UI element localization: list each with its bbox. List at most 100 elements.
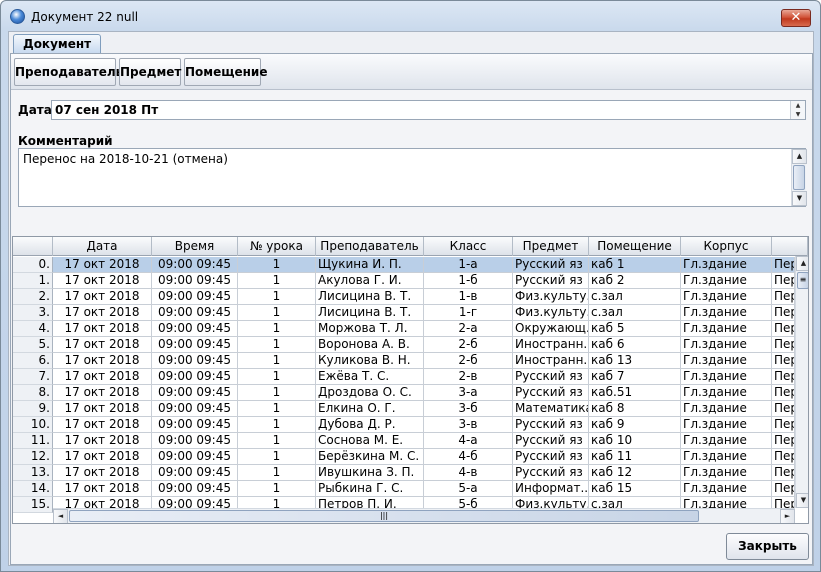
column-header[interactable]: Корпус [681,237,772,256]
table-cell[interactable]: Щукина И. П. [316,257,424,273]
table-cell[interactable]: Русский яз [513,385,589,401]
row-number[interactable]: 14. [13,481,53,497]
table-cell[interactable]: Пер [772,321,795,337]
table-cell[interactable]: Математика [513,401,589,417]
table-cell[interactable]: 5-а [424,481,513,497]
table-cell[interactable]: Гл.здание [681,465,772,481]
table-cell[interactable]: Ежёва Т. С. [316,369,424,385]
table-cell[interactable]: 1 [238,369,316,385]
table-cell[interactable]: 17 окт 2018 [53,305,152,321]
table-cell[interactable]: 1 [238,401,316,417]
table-cell[interactable]: 09:00 09:45 [152,481,238,497]
column-header[interactable]: № урока [238,237,316,256]
table-cell[interactable]: 09:00 09:45 [152,369,238,385]
row-number[interactable]: 6. [13,353,53,369]
scroll-right-icon[interactable]: ► [780,509,795,523]
table-cell[interactable]: 17 окт 2018 [53,273,152,289]
table-cell[interactable]: 09:00 09:45 [152,353,238,369]
teacher-button[interactable]: Преподаватель [14,58,123,86]
table-cell[interactable]: Пер [772,385,795,401]
table-cell[interactable]: Дроздова О. С. [316,385,424,401]
date-field[interactable]: 07 сен 2018 Пт [51,100,806,120]
row-number[interactable]: 13. [13,465,53,481]
table-vertical-scrollbar[interactable]: ▲ ≡ ▼ [795,256,808,508]
title-bar[interactable]: Документ 22 null ✕ [1,1,820,31]
column-header[interactable]: Помещение [589,237,681,256]
table-cell[interactable]: каб 1 [589,257,681,273]
table-cell[interactable]: 17 окт 2018 [53,401,152,417]
table-cell[interactable]: 09:00 09:45 [152,449,238,465]
row-number[interactable]: 5. [13,337,53,353]
table-cell[interactable]: Пер [772,401,795,417]
table-cell[interactable]: Пер [772,273,795,289]
table-cell[interactable]: Гл.здание [681,305,772,321]
scroll-left-icon[interactable]: ◄ [53,509,68,523]
table-cell[interactable]: 09:00 09:45 [152,289,238,305]
table-cell[interactable]: Русский яз [513,449,589,465]
table-cell[interactable]: 1-а [424,257,513,273]
table-cell[interactable]: Русский яз [513,273,589,289]
table-hscroll-thumb[interactable]: ||| [69,510,699,522]
table-cell[interactable]: Гл.здание [681,385,772,401]
table-cell[interactable]: 2-в [424,369,513,385]
table-cell[interactable]: Информат... [513,481,589,497]
table-cell[interactable]: 1 [238,417,316,433]
row-number[interactable]: 0. [13,257,53,273]
comment-textarea[interactable]: Перенос на 2018-10-21 (отмена) ▲ ▼ [18,148,807,207]
row-number[interactable]: 2. [13,289,53,305]
spin-down-icon[interactable]: ▼ [791,110,805,119]
scroll-up-icon[interactable]: ▲ [792,149,807,164]
spin-up-icon[interactable]: ▲ [791,101,805,110]
table-cell[interactable]: каб.51 [589,385,681,401]
column-header[interactable] [772,237,808,256]
table-cell[interactable]: каб 10 [589,433,681,449]
table-cell[interactable]: Гл.здание [681,433,772,449]
table-cell[interactable]: 2-а [424,321,513,337]
row-number[interactable]: 3. [13,305,53,321]
table-cell[interactable]: Русский яз [513,369,589,385]
table-cell[interactable]: Елкина О. Г. [316,401,424,417]
table-cell[interactable]: Пер [772,257,795,273]
table-cell[interactable]: 3-б [424,401,513,417]
window-close-button[interactable]: ✕ [781,9,811,27]
table-cell[interactable]: 17 окт 2018 [53,433,152,449]
table-cell[interactable]: Гл.здание [681,289,772,305]
table-cell[interactable]: с.зал [589,305,681,321]
table-cell[interactable]: 1 [238,305,316,321]
table-cell[interactable]: Гл.здание [681,449,772,465]
table-cell[interactable]: 17 окт 2018 [53,449,152,465]
tab-document[interactable]: Документ [13,34,102,54]
table-cell[interactable]: Лисицина В. Т. [316,289,424,305]
table-cell[interactable]: Акулова Г. И. [316,273,424,289]
scroll-down-icon[interactable]: ▼ [792,191,807,206]
table-cell[interactable]: 2-б [424,337,513,353]
table-cell[interactable]: Пер [772,305,795,321]
table-cell[interactable]: Русский яз [513,433,589,449]
table-cell[interactable]: 17 окт 2018 [53,289,152,305]
table-cell[interactable]: 1 [238,353,316,369]
row-number[interactable]: 8. [13,385,53,401]
table-cell[interactable]: Гл.здание [681,481,772,497]
table-cell[interactable]: каб 2 [589,273,681,289]
table-cell[interactable]: Дубова Д. Р. [316,417,424,433]
table-cell[interactable]: Пер [772,465,795,481]
column-header[interactable]: Предмет [513,237,589,256]
table-cell[interactable]: 1 [238,481,316,497]
table-cell[interactable]: 4-а [424,433,513,449]
table-cell[interactable]: 09:00 09:45 [152,385,238,401]
table-cell[interactable]: каб 9 [589,417,681,433]
table-cell[interactable]: каб 12 [589,465,681,481]
table-cell[interactable]: Моржова Т. Л. [316,321,424,337]
table-cell[interactable]: Русский яз [513,257,589,273]
table-cell[interactable]: 1-г [424,305,513,321]
table-cell[interactable]: Пер [772,337,795,353]
table-cell[interactable]: Ивушкина З. П. [316,465,424,481]
table-cell[interactable]: 09:00 09:45 [152,433,238,449]
table-cell[interactable]: Пер [772,417,795,433]
table-cell[interactable]: каб 15 [589,481,681,497]
table-cell[interactable]: каб 8 [589,401,681,417]
table-cell[interactable]: 1 [238,465,316,481]
table-cell[interactable]: Пер [772,449,795,465]
table-cell[interactable]: Иностранн... [513,353,589,369]
table-cell[interactable]: 1-б [424,273,513,289]
